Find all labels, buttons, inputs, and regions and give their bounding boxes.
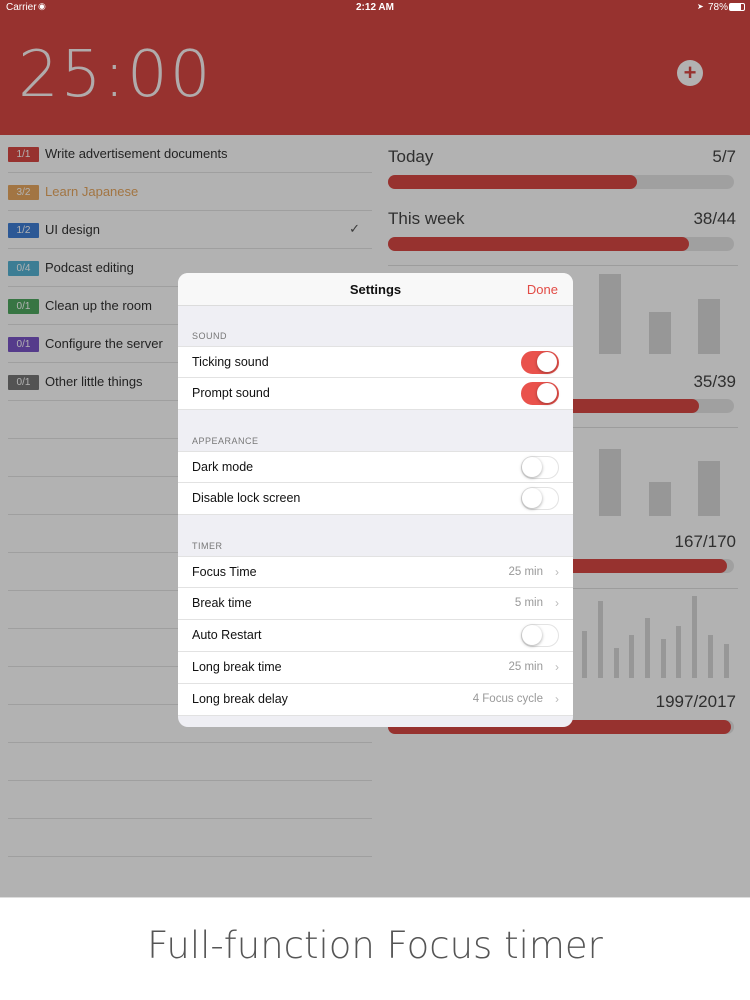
ticking-sound-toggle[interactable] bbox=[521, 351, 559, 374]
ticking-sound-row: Ticking sound bbox=[178, 346, 573, 378]
long-break-delay-label: Long break delay bbox=[192, 692, 288, 706]
section-timer-label: TIMER bbox=[192, 541, 223, 551]
prompt-sound-label: Prompt sound bbox=[192, 386, 270, 400]
prompt-sound-row: Prompt sound bbox=[178, 378, 573, 410]
disable-lock-row: Disable lock screen bbox=[178, 483, 573, 515]
section-appearance-label: APPEARANCE bbox=[192, 436, 259, 446]
location-icon: ➤ bbox=[697, 2, 704, 11]
status-bar: Carrier ◉ 2:12 AM ➤ 78% bbox=[0, 0, 750, 16]
section-sound: SOUND bbox=[178, 306, 573, 346]
long-break-time-row[interactable]: Long break time 25 min › bbox=[178, 652, 573, 684]
promo-caption: Full-function Focus timer bbox=[147, 924, 603, 967]
settings-title: Settings bbox=[349, 282, 402, 297]
prompt-sound-toggle[interactable] bbox=[521, 382, 559, 405]
app-screen: 25:00 + Carrier ◉ 2:12 AM ➤ 78% 1/1 Write… bbox=[0, 0, 750, 897]
disable-lock-toggle[interactable] bbox=[521, 487, 559, 510]
long-break-delay-row[interactable]: Long break delay 4 Focus cycle › bbox=[178, 684, 573, 716]
long-break-time-label: Long break time bbox=[192, 660, 282, 674]
auto-restart-toggle[interactable] bbox=[521, 624, 559, 647]
status-time: 2:12 AM bbox=[356, 2, 394, 13]
settings-modal: Settings Done SOUND Ticking sound Prompt… bbox=[178, 273, 573, 727]
dark-mode-toggle[interactable] bbox=[521, 456, 559, 479]
break-time-value: 5 min bbox=[514, 597, 543, 609]
battery-icon bbox=[729, 3, 745, 11]
dark-mode-label: Dark mode bbox=[192, 460, 254, 474]
chevron-right-icon: › bbox=[555, 692, 559, 706]
chevron-right-icon: › bbox=[555, 596, 559, 610]
dark-mode-row: Dark mode bbox=[178, 451, 573, 483]
focus-time-value: 25 min bbox=[508, 566, 543, 578]
disable-lock-label: Disable lock screen bbox=[192, 491, 301, 505]
auto-restart-label: Auto Restart bbox=[192, 628, 262, 642]
break-time-label: Break time bbox=[192, 596, 252, 610]
focus-time-label: Focus Time bbox=[192, 565, 257, 579]
break-time-row[interactable]: Break time 5 min › bbox=[178, 588, 573, 620]
focus-time-row[interactable]: Focus Time 25 min › bbox=[178, 556, 573, 588]
section-appearance: APPEARANCE bbox=[178, 410, 573, 451]
done-button[interactable]: Done bbox=[527, 282, 558, 297]
auto-restart-row: Auto Restart bbox=[178, 620, 573, 652]
promo-footer: Full-function Focus timer bbox=[0, 897, 750, 1000]
ticking-sound-label: Ticking sound bbox=[192, 355, 269, 369]
section-sound-label: SOUND bbox=[192, 331, 228, 341]
section-timer: TIMER bbox=[178, 515, 573, 556]
long-break-delay-value: 4 Focus cycle bbox=[472, 693, 543, 705]
chevron-right-icon: › bbox=[555, 660, 559, 674]
long-break-time-value: 25 min bbox=[508, 661, 543, 673]
settings-header: Settings Done bbox=[178, 273, 573, 306]
battery-percent: 78% bbox=[708, 2, 729, 13]
chevron-right-icon: › bbox=[555, 565, 559, 579]
